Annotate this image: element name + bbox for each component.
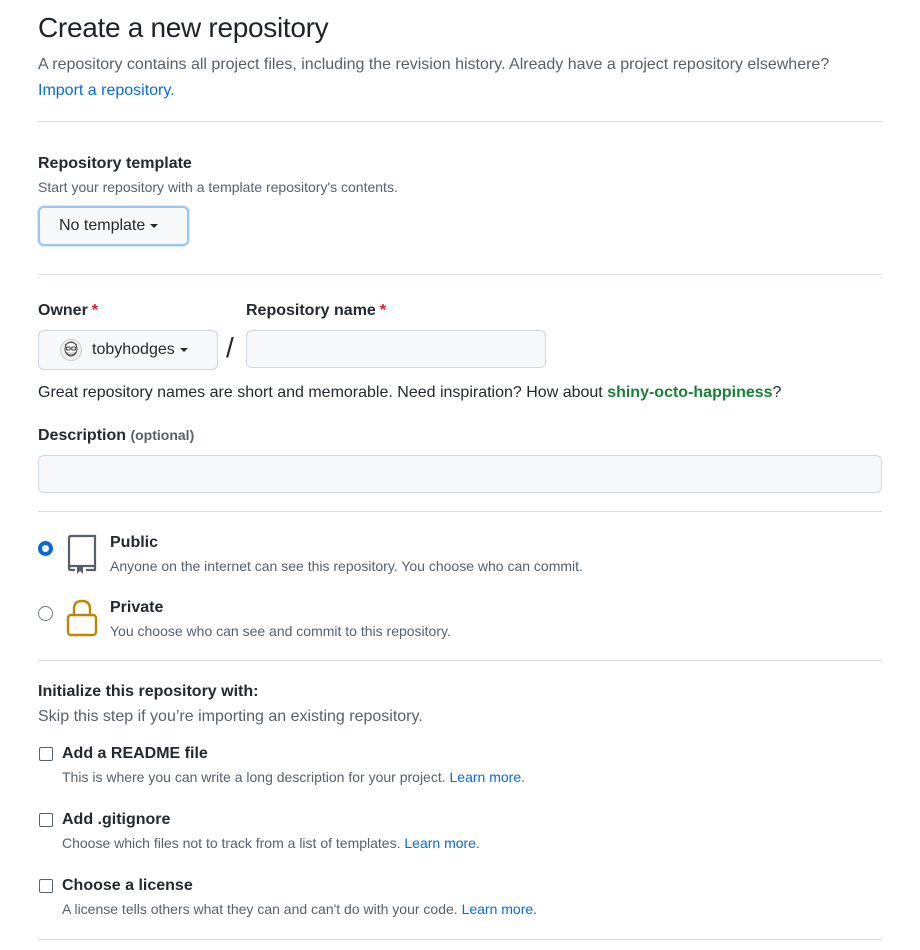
chevron-down-icon <box>179 348 188 352</box>
license-checkbox[interactable] <box>39 879 53 893</box>
private-radio[interactable] <box>38 606 53 621</box>
inspiration-text: Great repository names are short and mem… <box>38 384 603 401</box>
required-marker: * <box>379 302 387 319</box>
public-radio[interactable] <box>38 541 53 556</box>
required-marker: * <box>91 302 99 319</box>
gitignore-title: Add .gitignore <box>62 811 171 828</box>
owner-label-text: Owner <box>38 302 88 319</box>
suggested-name-link[interactable]: shiny-octo-happiness <box>607 384 772 401</box>
subtitle-text: A repository contains all project files,… <box>38 56 830 73</box>
gitignore-description: Choose which files not to track from a l… <box>62 835 480 851</box>
avatar-icon <box>60 339 82 361</box>
avatar <box>60 339 82 361</box>
owner-name: tobyhodges <box>92 341 175 358</box>
license-description: A license tells others what they can and… <box>62 901 537 917</box>
divider <box>38 274 882 275</box>
template-button-label: No template <box>59 217 146 234</box>
lock-icon <box>66 599 98 642</box>
owner-dropdown-button[interactable]: tobyhodges <box>38 330 218 370</box>
description-label: Description (optional) <box>38 427 194 445</box>
gitignore-checkbox[interactable] <box>39 813 53 827</box>
repository-name-input[interactable] <box>246 330 546 368</box>
name-inspiration: Great repository names are short and mem… <box>38 384 781 402</box>
description-label-text: Description <box>38 427 127 444</box>
init-title: Initialize this repository with: <box>38 683 259 700</box>
import-repository-link[interactable]: Import a repository. <box>38 82 175 99</box>
inspiration-suffix: ? <box>772 384 782 401</box>
repo-name-label: Repository name * <box>246 302 386 320</box>
gitignore-learn-more-link[interactable]: Learn more. <box>404 835 479 851</box>
chevron-down-icon <box>150 224 159 228</box>
owner-repo-separator: / <box>226 332 234 363</box>
repo-name-label-text: Repository name <box>246 302 376 319</box>
license-desc-text: A license tells others what they can and… <box>62 901 458 917</box>
page-title: Create a new repository <box>38 12 329 43</box>
license-title: Choose a license <box>62 877 193 894</box>
public-description: Anyone on the internet can see this repo… <box>110 558 583 574</box>
template-dropdown-button[interactable]: No template <box>38 206 189 246</box>
repo-icon <box>66 534 98 579</box>
gitignore-desc-text: Choose which files not to track from a l… <box>62 835 401 851</box>
readme-title: Add a README file <box>62 745 208 762</box>
optional-marker: (optional) <box>130 427 195 443</box>
readme-checkbox[interactable] <box>39 747 53 761</box>
template-label: Repository template <box>38 155 192 172</box>
page-subtitle: A repository contains all project files,… <box>38 52 858 104</box>
divider <box>38 121 882 122</box>
readme-learn-more-link[interactable]: Learn more. <box>450 769 525 785</box>
private-description: You choose who can see and commit to thi… <box>110 623 451 639</box>
divider <box>38 939 882 940</box>
readme-desc-text: This is where you can write a long descr… <box>62 769 446 785</box>
description-input[interactable] <box>38 455 882 493</box>
divider <box>38 511 882 512</box>
divider <box>38 660 882 661</box>
init-note: Skip this step if you’re importing an ex… <box>38 708 423 725</box>
private-title: Private <box>110 599 164 616</box>
readme-description: This is where you can write a long descr… <box>62 769 525 785</box>
public-title: Public <box>110 534 159 551</box>
license-learn-more-link[interactable]: Learn more. <box>462 901 537 917</box>
owner-label: Owner * <box>38 302 98 320</box>
template-note: Start your repository with a template re… <box>38 179 398 195</box>
